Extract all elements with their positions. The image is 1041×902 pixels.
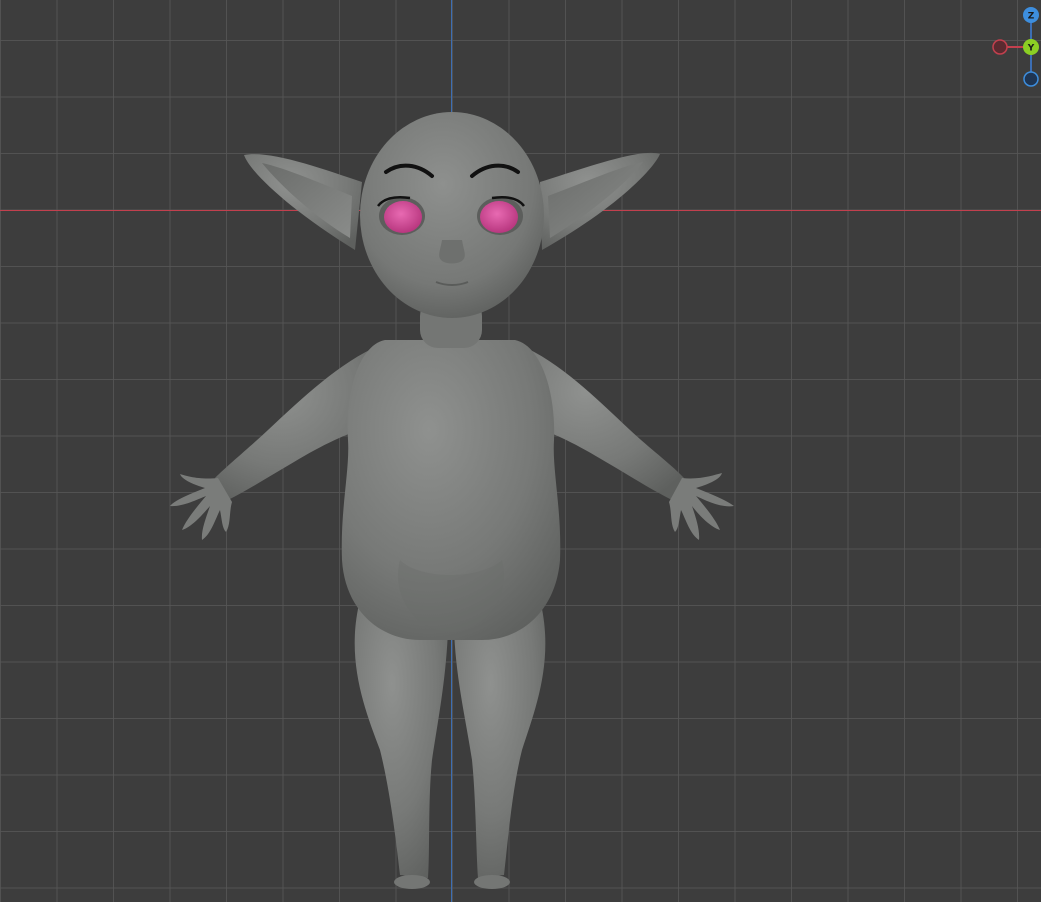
legs — [354, 600, 546, 889]
left-ear — [244, 154, 362, 250]
gizmo-z-label: Z — [1028, 12, 1035, 22]
gizmo-negative-z-handle[interactable] — [1023, 71, 1039, 87]
gizmo-y-label: Y — [1027, 44, 1035, 54]
3d-viewport[interactable]: Z Y — [0, 0, 1041, 902]
right-ear — [540, 152, 660, 250]
navigation-gizmo[interactable]: Z Y — [985, 2, 1041, 92]
gizmo-y-axis-handle[interactable]: Y — [1023, 39, 1039, 55]
gizmo-z-axis-handle[interactable]: Z — [1023, 7, 1039, 23]
torso — [341, 340, 561, 640]
gizmo-negative-x-handle[interactable] — [992, 39, 1008, 55]
sculpt-model[interactable] — [0, 0, 1041, 902]
